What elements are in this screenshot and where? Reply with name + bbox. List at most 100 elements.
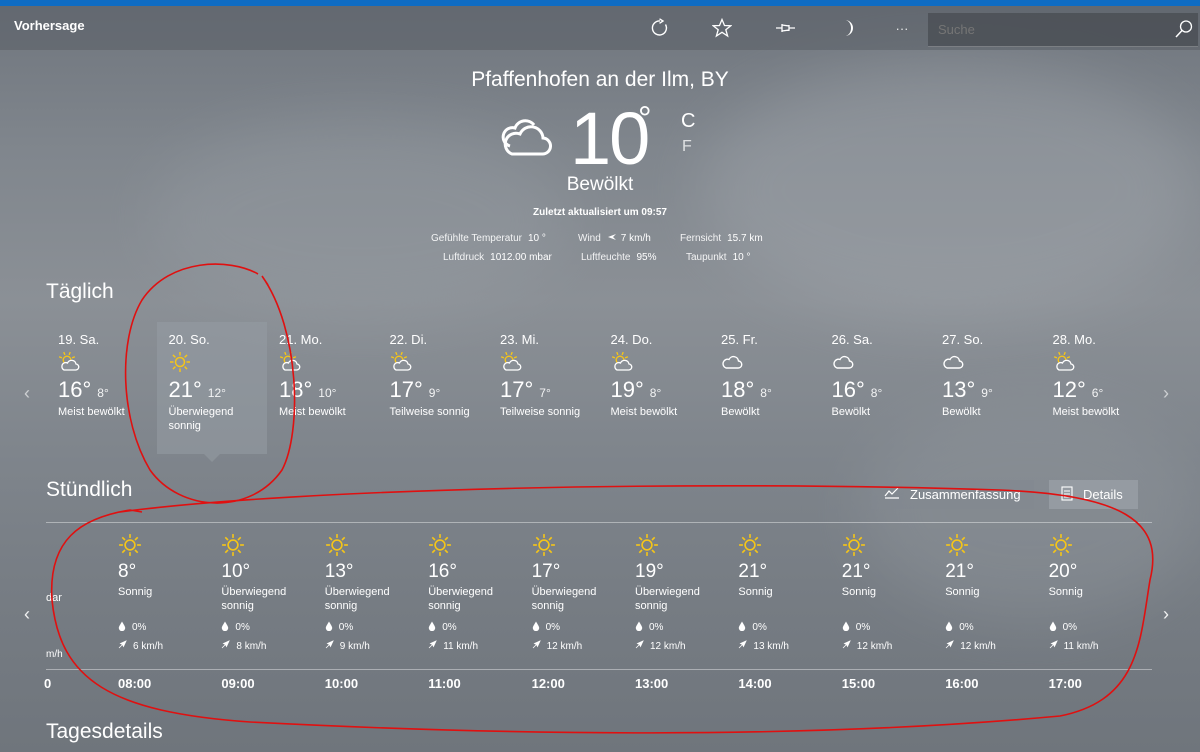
search-box[interactable] xyxy=(928,13,1198,47)
day-description: Meist bewölkt xyxy=(58,406,125,418)
hour-precipitation: 0% xyxy=(428,621,528,634)
day-date: 27. So. xyxy=(942,332,984,347)
hour-temperature: 21° xyxy=(841,561,871,582)
hour-wind: 11 km/h xyxy=(1049,640,1149,652)
hour-precipitation: 0% xyxy=(221,621,321,634)
hour-temperature: 10° xyxy=(221,561,251,582)
hour-time: 10:00 xyxy=(324,676,359,691)
hourly-item: 8° Sonnig 0% 6 km/h xyxy=(118,533,218,652)
day-description: Teilweise sonnig xyxy=(500,406,581,418)
more-options-button[interactable]: ··· xyxy=(890,16,914,40)
hour-description: Sonnig xyxy=(1048,586,1083,598)
day-low: 8° xyxy=(870,386,883,400)
details-tab[interactable]: Details xyxy=(1049,480,1138,509)
hourly-item: 20° Sonnig 0% 11 km/h xyxy=(1049,533,1149,652)
day-high: 16° xyxy=(58,377,92,402)
pin-icon[interactable] xyxy=(774,16,798,40)
last-updated: Zuletzt aktualisiert um 09:57 xyxy=(533,207,667,218)
wind-direction-icon xyxy=(118,640,127,652)
day-description: Bewölkt xyxy=(831,406,871,418)
hour-temperature: 19° xyxy=(635,561,664,582)
cloud-icon xyxy=(942,351,1028,373)
location-name: Pfaffenhofen an der Ilm, BY xyxy=(471,68,729,91)
hourly-section-title: Stündlich xyxy=(46,478,133,501)
hourly-next-arrow[interactable]: › xyxy=(1163,604,1169,625)
hour-time: 08:00 xyxy=(118,676,152,691)
daily-next-arrow[interactable]: › xyxy=(1163,383,1169,404)
summary-tab-label: Zusammenfassung xyxy=(910,487,1021,502)
hour-wind: 8 km/h xyxy=(221,640,321,652)
favorite-star-icon[interactable] xyxy=(710,16,734,40)
hourly-item: 21° Sonnig 0% 12 km/h xyxy=(945,533,1045,652)
day-date: 25. Fr. xyxy=(721,332,758,347)
daily-day-card[interactable]: 21. Mo. 18° 10° Meist bewölkt xyxy=(267,322,377,454)
wind-direction-icon xyxy=(221,640,231,652)
metric-dew-point: Taupunkt 10 ° xyxy=(686,252,751,263)
hour-temperature: 13° xyxy=(324,561,354,582)
search-input[interactable] xyxy=(938,22,1158,37)
daily-day-card[interactable]: 24. Do. 19° 8° Meist bewölkt xyxy=(599,322,709,454)
day-low: 10° xyxy=(318,386,337,400)
daily-day-card[interactable]: 20. So. 21° 12° Überwiegend sonnig xyxy=(156,322,267,454)
daily-day-card[interactable]: 22. Di. 17° 9° Teilweise sonnig xyxy=(378,322,488,454)
metric-pressure: Luftdruck 1012.00 mbar xyxy=(443,252,552,263)
hour-precipitation: 0% xyxy=(635,621,735,634)
sun-icon xyxy=(842,533,942,557)
hour-precipitation: 0% xyxy=(1049,621,1149,634)
partial-hour-time: 0 xyxy=(44,676,52,691)
hour-wind: 12 km/h xyxy=(842,640,942,652)
raindrop-icon xyxy=(532,621,540,634)
daily-day-card[interactable]: 23. Mi. 17° 7° Teilweise sonnig xyxy=(488,322,598,454)
sun-icon xyxy=(1049,533,1149,557)
day-low: 9° xyxy=(981,386,993,400)
raindrop-icon xyxy=(635,621,643,634)
sun-icon xyxy=(169,351,255,373)
title-bar: Vorhersage ··· xyxy=(0,6,1200,50)
unit-fahrenheit-toggle[interactable]: F xyxy=(682,138,692,156)
hour-wind: 12 km/h xyxy=(945,640,1045,652)
hourly-item: 21° Sonnig 0% 13 km/h xyxy=(738,533,838,652)
hour-temperature: 20° xyxy=(1048,561,1078,582)
daily-prev-arrow[interactable]: ‹ xyxy=(24,383,30,404)
search-icon[interactable] xyxy=(1174,19,1194,44)
hour-description: Sonnig xyxy=(118,586,153,598)
partly-sunny-icon xyxy=(500,351,586,373)
wind-direction-icon xyxy=(325,640,334,652)
hour-precipitation: 0% xyxy=(945,621,1045,634)
day-description: Meist bewölkt xyxy=(1052,406,1120,418)
summary-tab[interactable]: Zusammenfassung xyxy=(872,480,1034,509)
selected-day-pointer xyxy=(204,454,220,462)
daily-day-card[interactable]: 28. Mo. 12° 6° Meist bewölkt xyxy=(1041,322,1151,454)
day-date: 21. Mo. xyxy=(279,332,323,347)
current-condition: Bewölkt xyxy=(566,174,634,195)
day-high: 17° xyxy=(500,377,534,402)
sun-icon xyxy=(738,533,838,557)
raindrop-icon xyxy=(945,621,953,634)
daily-day-card[interactable]: 25. Fr. 18° 8° Bewölkt xyxy=(709,322,819,454)
hour-temperature: 16° xyxy=(428,561,457,582)
metric-wind: Wind 7 km/h xyxy=(578,233,651,244)
daily-day-card[interactable]: 26. Sa. 16° 8° Bewölkt xyxy=(820,322,930,454)
hourly-prev-arrow[interactable]: ‹ xyxy=(24,604,30,625)
dark-mode-moon-icon[interactable] xyxy=(836,16,860,40)
hour-description: Überwiegend sonnig xyxy=(428,586,494,612)
hourly-item: 10° Überwiegend sonnig 0% 8 km/h xyxy=(221,533,321,652)
hour-wind: 12 km/h xyxy=(532,640,632,652)
daily-day-card[interactable]: 27. So. 13° 9° Bewölkt xyxy=(930,322,1040,454)
day-temps: 18° 8° xyxy=(721,377,807,403)
app-title: Vorhersage xyxy=(14,18,85,33)
sun-icon xyxy=(532,533,632,557)
cloud-icon xyxy=(500,116,552,163)
refresh-icon[interactable] xyxy=(648,16,672,40)
hourly-item: 16° Überwiegend sonnig 0% 11 km/h xyxy=(428,533,528,652)
raindrop-icon xyxy=(221,621,229,634)
hour-precipitation: 0% xyxy=(532,621,632,634)
day-temps: 13° 9° xyxy=(942,377,1028,403)
day-high: 16° xyxy=(831,377,865,402)
partly-sunny-icon xyxy=(58,351,144,373)
daily-day-card[interactable]: 19. Sa. 16° 8° Meist bewölkt xyxy=(46,322,156,454)
daily-forecast-row: 19. Sa. 16° 8° Meist bewölkt 20. So. 21° 1… xyxy=(46,322,1156,462)
hour-time: 17:00 xyxy=(1048,676,1082,691)
day-description: Meist bewölkt xyxy=(279,406,346,418)
unit-celsius-toggle[interactable]: C xyxy=(681,110,695,133)
